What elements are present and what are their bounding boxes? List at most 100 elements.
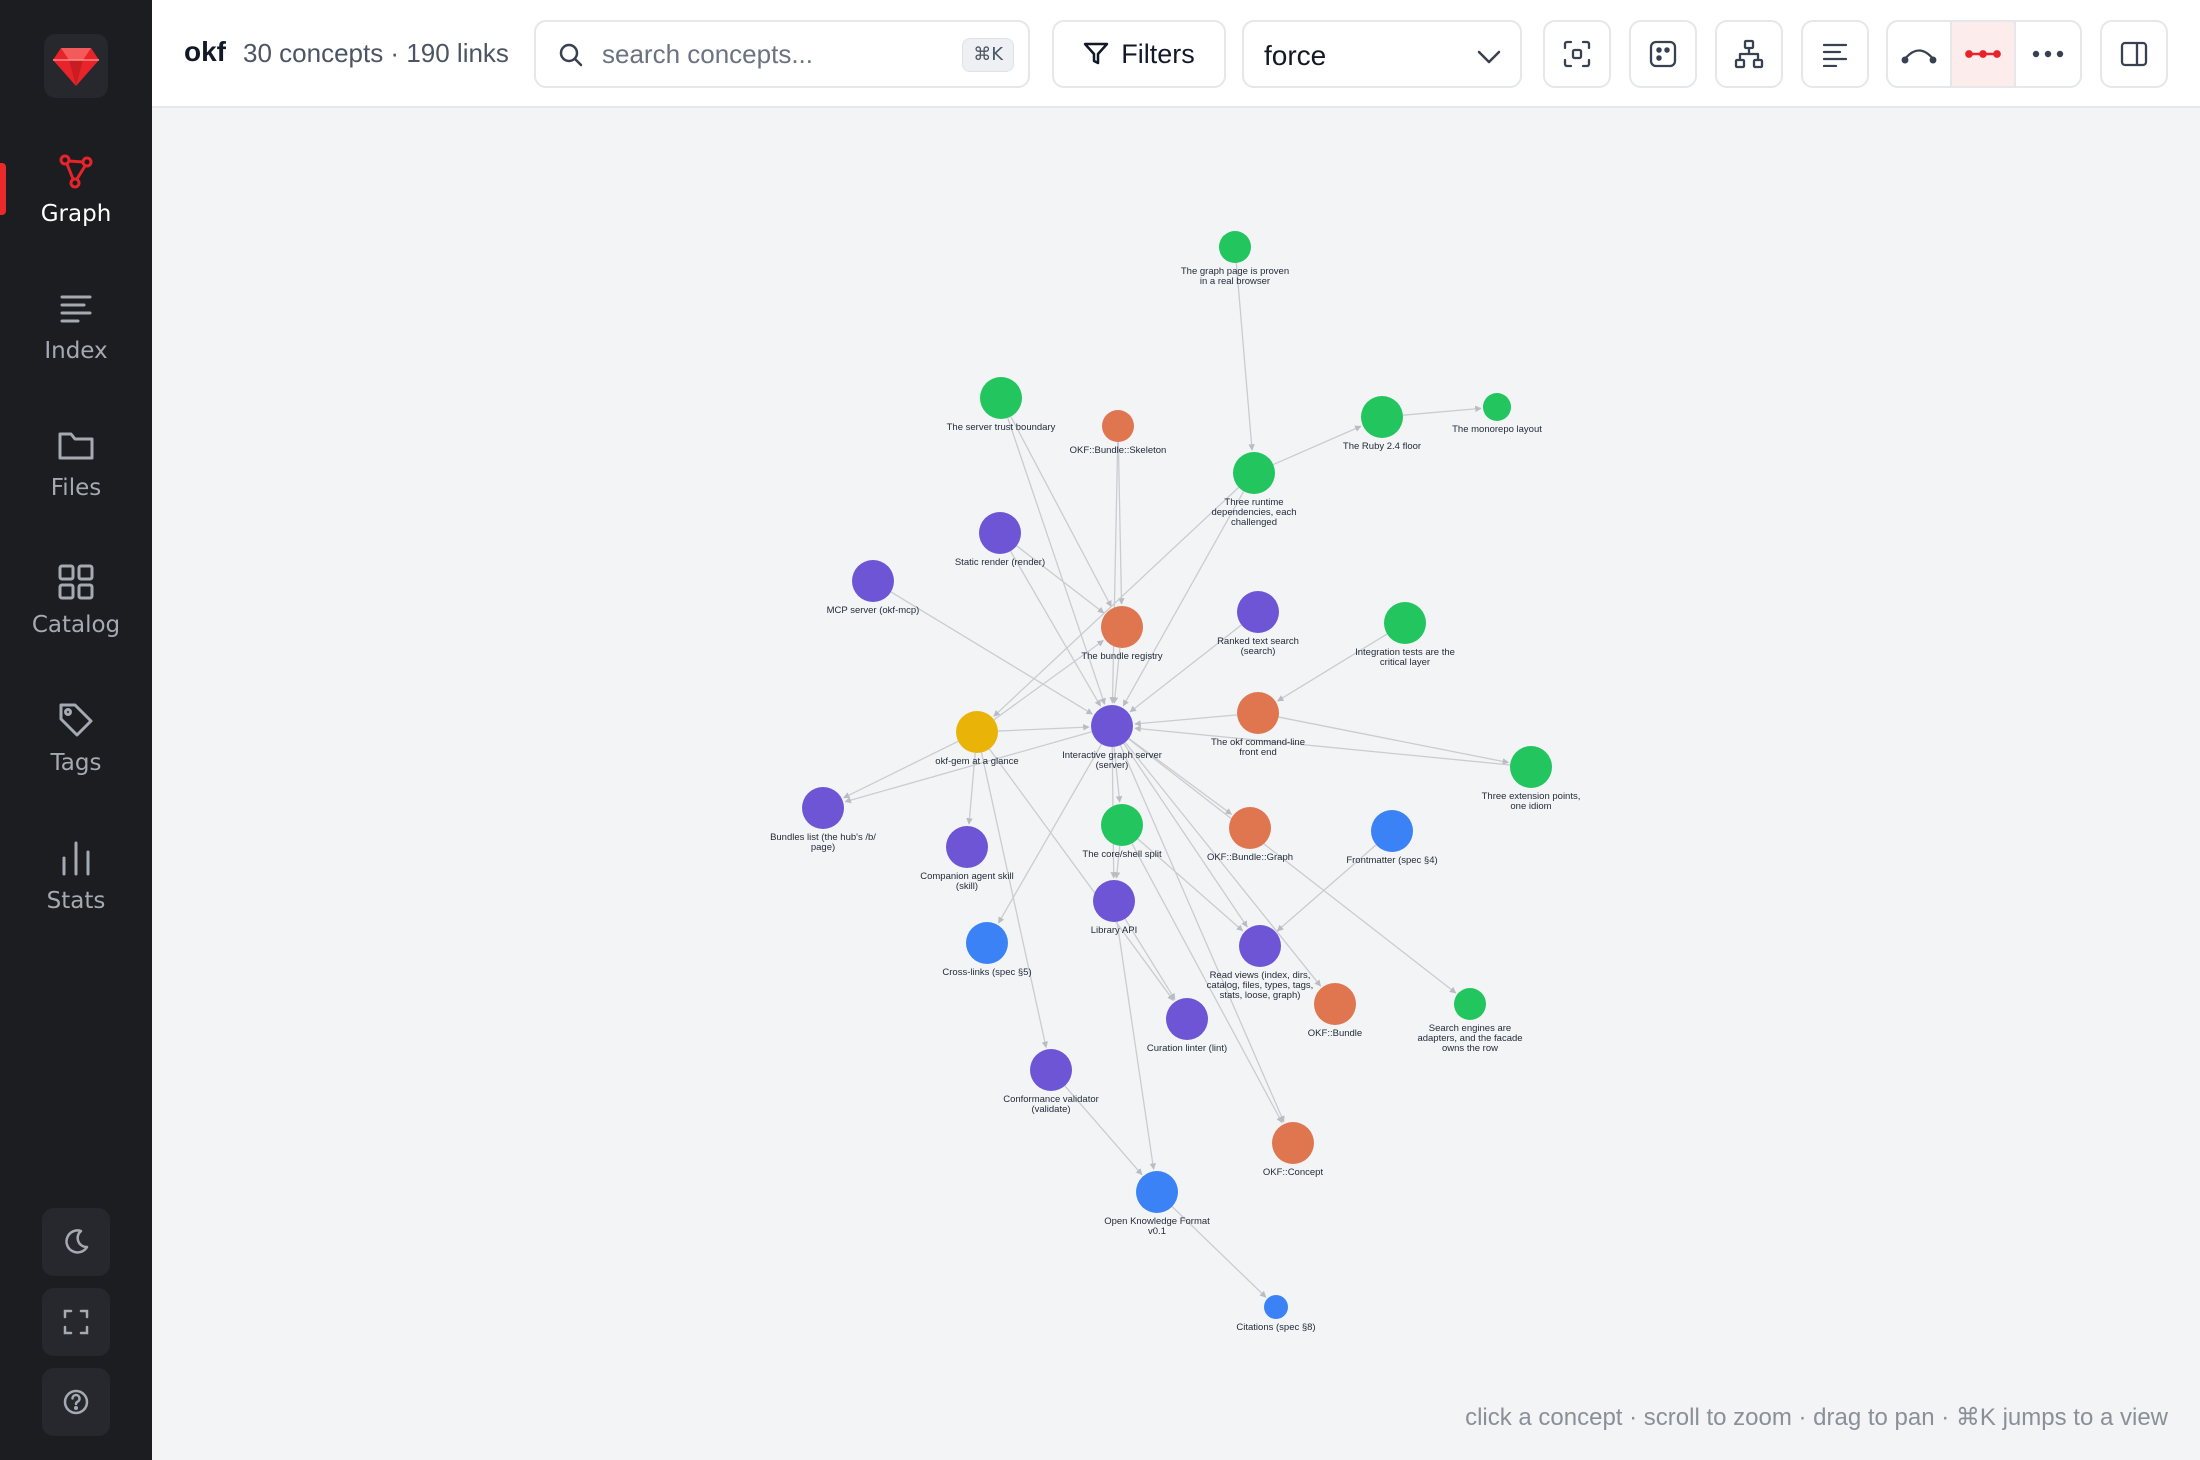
graph-node-circle[interactable] bbox=[1229, 807, 1271, 849]
shuffle-layout-button[interactable] bbox=[1629, 20, 1697, 88]
sidebar-item-index[interactable]: Index bbox=[0, 267, 152, 385]
graph-node[interactable]: okf-gem at a glance bbox=[935, 711, 1019, 767]
graph-node-label: Search engines are adapters, and the faca… bbox=[1417, 1023, 1522, 1054]
graph-node[interactable]: Frontmatter (spec §4) bbox=[1346, 810, 1438, 866]
graph-node-circle[interactable] bbox=[1264, 1295, 1288, 1319]
graph-node[interactable]: The okf command-line front end bbox=[1211, 692, 1305, 758]
sidebar-item-label: Tags bbox=[50, 750, 102, 776]
graph-node[interactable]: Static render (render) bbox=[955, 512, 1045, 568]
graph-node[interactable]: Conformance validator (validate) bbox=[1003, 1049, 1099, 1115]
hierarchy-layout-button[interactable] bbox=[1715, 20, 1783, 88]
graph-node-circle[interactable] bbox=[1101, 606, 1143, 648]
graph-node[interactable]: The bundle registry bbox=[1081, 606, 1163, 662]
graph-node-circle[interactable] bbox=[956, 711, 998, 753]
graph-node[interactable]: OKF::Bundle bbox=[1308, 983, 1362, 1039]
graph-node-circle[interactable] bbox=[1361, 396, 1403, 438]
toggle-panel-button[interactable] bbox=[2100, 20, 2168, 88]
graph-node[interactable]: Citations (spec §8) bbox=[1236, 1295, 1316, 1333]
sidebar-item-stats[interactable]: Stats bbox=[0, 817, 152, 935]
graph-node-circle[interactable] bbox=[1101, 804, 1143, 846]
theme-toggle-button[interactable] bbox=[42, 1208, 110, 1276]
search-box[interactable]: ⌘K bbox=[534, 20, 1030, 88]
fullscreen-button[interactable] bbox=[42, 1288, 110, 1356]
graph-node[interactable]: OKF::Concept bbox=[1263, 1122, 1324, 1178]
graph-node-circle[interactable] bbox=[1237, 591, 1279, 633]
graph-node-label: The Ruby 2.4 floor bbox=[1343, 441, 1421, 452]
curved-edges-button[interactable] bbox=[1888, 22, 1952, 86]
sidebar-item-catalog[interactable]: Catalog bbox=[0, 541, 152, 659]
graph-node-circle[interactable] bbox=[1510, 746, 1552, 788]
graph-node[interactable]: The graph page is proven in a real browse… bbox=[1181, 231, 1289, 287]
graph-node[interactable]: Three runtime dependencies, each challenge… bbox=[1211, 452, 1297, 528]
graph-canvas[interactable]: The graph page is proven in a real browse… bbox=[152, 110, 2200, 1460]
graph-icon bbox=[56, 151, 96, 191]
graph-node[interactable]: MCP server (okf-mcp) bbox=[827, 560, 920, 616]
fit-view-button[interactable] bbox=[1543, 20, 1611, 88]
sidebar-item-files[interactable]: Files bbox=[0, 404, 152, 522]
more-options-button[interactable] bbox=[2016, 22, 2080, 86]
graph-node-label: okf-gem at a glance bbox=[935, 756, 1018, 767]
graph-node-circle[interactable] bbox=[1166, 998, 1208, 1040]
graph-node-circle[interactable] bbox=[1483, 393, 1511, 421]
graph-node[interactable]: Integration tests are the critical layer bbox=[1355, 602, 1455, 668]
graph-view[interactable]: The graph page is proven in a real browse… bbox=[152, 110, 2200, 1460]
graph-node-circle[interactable] bbox=[979, 512, 1021, 554]
logo[interactable] bbox=[44, 34, 108, 98]
graph-node[interactable]: Read views (index, dirs, catalog, files, … bbox=[1207, 925, 1314, 1001]
list-icon bbox=[56, 288, 96, 328]
graph-node[interactable]: OKF::Bundle::Graph bbox=[1207, 807, 1293, 863]
graph-node-circle[interactable] bbox=[1454, 988, 1486, 1020]
graph-node[interactable]: Three extension points, one idiom bbox=[1482, 746, 1581, 812]
graph-node-label: Curation linter (lint) bbox=[1147, 1043, 1227, 1054]
help-button[interactable] bbox=[42, 1368, 110, 1436]
graph-node-circle[interactable] bbox=[1102, 410, 1134, 442]
graph-node[interactable]: The Ruby 2.4 floor bbox=[1343, 396, 1421, 452]
graph-node-circle[interactable] bbox=[852, 560, 894, 602]
help-icon bbox=[63, 1389, 89, 1415]
graph-node-circle[interactable] bbox=[802, 787, 844, 829]
graph-node-circle[interactable] bbox=[1233, 452, 1275, 494]
graph-node[interactable]: Cross-links (spec §5) bbox=[942, 922, 1032, 978]
graph-node-circle[interactable] bbox=[1371, 810, 1413, 852]
graph-node[interactable]: Ranked text search (search) bbox=[1217, 591, 1299, 657]
graph-node-circle[interactable] bbox=[946, 826, 988, 868]
graph-node-circle[interactable] bbox=[966, 922, 1008, 964]
graph-node-circle[interactable] bbox=[1030, 1049, 1072, 1091]
moon-icon bbox=[65, 1229, 89, 1254]
graph-node-label: Frontmatter (spec §4) bbox=[1346, 855, 1437, 866]
graph-node[interactable]: Open Knowledge Format v0.1 bbox=[1104, 1171, 1210, 1237]
graph-node[interactable]: The monorepo layout bbox=[1452, 393, 1542, 435]
graph-node-circle[interactable] bbox=[1384, 602, 1426, 644]
graph-node-circle[interactable] bbox=[1093, 880, 1135, 922]
sidebar-item-graph[interactable]: Graph bbox=[0, 130, 152, 248]
graph-node-circle[interactable] bbox=[1314, 983, 1356, 1025]
graph-node-circle[interactable] bbox=[1219, 231, 1251, 263]
graph-node-circle[interactable] bbox=[980, 377, 1022, 419]
straight-edges-button[interactable] bbox=[1952, 22, 2016, 86]
graph-node-circle[interactable] bbox=[1272, 1122, 1314, 1164]
graph-node[interactable]: Curation linter (lint) bbox=[1147, 998, 1227, 1054]
graph-node-label: OKF::Bundle bbox=[1308, 1028, 1362, 1039]
graph-node-label: Interactive graph server (server) bbox=[1062, 750, 1162, 771]
graph-node-circle[interactable] bbox=[1237, 692, 1279, 734]
graph-node[interactable]: Interactive graph server (server) bbox=[1062, 705, 1162, 771]
search-input[interactable] bbox=[602, 34, 932, 74]
labels-toggle-button[interactable] bbox=[1801, 20, 1869, 88]
graph-node-circle[interactable] bbox=[1136, 1171, 1178, 1213]
graph-node[interactable]: Library API bbox=[1091, 880, 1137, 936]
align-left-icon bbox=[1822, 43, 1848, 67]
search-shortcut-badge: ⌘K bbox=[962, 38, 1014, 72]
bar-chart-icon bbox=[56, 838, 96, 878]
graph-node-label: The monorepo layout bbox=[1452, 424, 1542, 435]
layout-select[interactable]: force bbox=[1242, 20, 1522, 88]
graph-edge bbox=[1134, 714, 1238, 727]
graph-nodes: The graph page is proven in a real browse… bbox=[770, 231, 1580, 1333]
graph-node-label: Three runtime dependencies, each challenge… bbox=[1211, 497, 1296, 528]
filters-button[interactable]: Filters bbox=[1052, 20, 1226, 88]
graph-node[interactable]: Search engines are adapters, and the faca… bbox=[1417, 988, 1523, 1054]
graph-node-circle[interactable] bbox=[1239, 925, 1281, 967]
graph-node[interactable]: The server trust boundary bbox=[947, 377, 1056, 433]
graph-node-circle[interactable] bbox=[1091, 705, 1133, 747]
graph-node[interactable]: OKF::Bundle::Skeleton bbox=[1070, 410, 1167, 456]
sidebar-item-tags[interactable]: Tags bbox=[0, 679, 152, 797]
